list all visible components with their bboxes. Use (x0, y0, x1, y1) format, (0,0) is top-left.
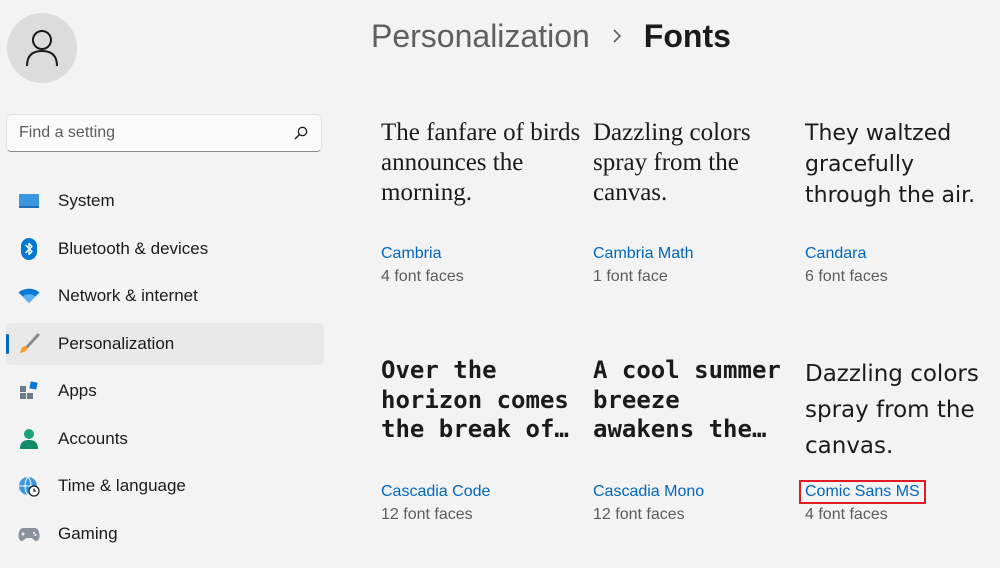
font-faces-count: 1 font face (593, 268, 668, 285)
sidebar-item-label: Gaming (58, 523, 118, 543)
sidebar-item-apps[interactable]: Apps (6, 370, 324, 412)
font-sample: Dazzling colors spray from the canvas. (805, 361, 979, 459)
font-card-candara[interactable]: They waltzed gracefully through the air.… (805, 118, 995, 288)
apps-icon (18, 380, 40, 402)
sidebar-item-label: Network & internet (58, 286, 198, 305)
font-name[interactable]: Candara (805, 245, 866, 263)
sidebar-item-label: Bluetooth & devices (58, 238, 209, 258)
gamepad-icon (18, 523, 40, 545)
brush-icon (18, 333, 40, 355)
search-icon[interactable] (293, 125, 309, 141)
font-sample: A cool summer breeze awakens the… (593, 356, 781, 443)
font-sample: Dazzling colors spray from the canvas. (593, 119, 751, 206)
search-box[interactable] (6, 114, 322, 152)
font-sample: Over the horizon comes the break of… (381, 356, 569, 443)
sidebar-item-system[interactable]: System (6, 180, 324, 222)
settings-window: System Bluetooth & devices (0, 0, 1000, 568)
nav-menu: System Bluetooth & devices Network & int… (6, 180, 324, 560)
globe-clock-icon (18, 475, 40, 497)
sidebar-item-personalization[interactable]: Personalization (6, 322, 324, 365)
font-faces-count: 4 font faces (805, 506, 888, 523)
accounts-icon (18, 428, 40, 450)
search-input[interactable] (19, 124, 293, 142)
font-card-cascadia-code[interactable]: Over the horizon comes the break of… Cas… (381, 356, 581, 528)
font-name[interactable]: Comic Sans MS (799, 480, 926, 504)
sidebar-item-bluetooth[interactable]: Bluetooth & devices (6, 228, 324, 270)
font-card-cascadia-mono[interactable]: A cool summer breeze awakens the… Cascad… (593, 356, 793, 528)
sidebar-item-label: Accounts (58, 428, 128, 448)
sidebar-item-label: Time & language (58, 476, 186, 495)
font-faces-count: 4 font faces (381, 268, 464, 285)
sidebar-item-label: Personalization (58, 333, 175, 353)
bluetooth-icon (18, 237, 40, 260)
font-name[interactable]: Cascadia Mono (593, 483, 704, 501)
font-faces-count: 12 font faces (381, 506, 473, 523)
sidebar-item-accounts[interactable]: Accounts (6, 418, 324, 460)
sidebar-item-gaming[interactable]: Gaming (6, 513, 324, 555)
font-card-cambria[interactable]: The fanfare of birds announces the morni… (381, 118, 581, 288)
chevron-right-icon (612, 28, 622, 44)
font-sample: They waltzed gracefully through the air. (805, 121, 976, 208)
sidebar-item-time-language[interactable]: Time & language (6, 465, 324, 507)
font-card-comic-sans-ms[interactable]: Dazzling colors spray from the canvas. C… (799, 356, 995, 528)
font-name[interactable]: Cambria Math (593, 245, 693, 263)
font-card-cambria-math[interactable]: Dazzling colors spray from the canvas. C… (593, 118, 793, 288)
page-title: Fonts (643, 17, 731, 54)
sidebar-item-network[interactable]: Network & internet (6, 275, 324, 317)
font-faces-count: 12 font faces (593, 506, 685, 523)
avatar[interactable] (7, 13, 77, 83)
font-faces-count: 6 font faces (805, 268, 888, 285)
font-name[interactable]: Cascadia Code (381, 483, 490, 501)
sidebar: System Bluetooth & devices (0, 0, 330, 568)
font-sample: The fanfare of birds announces the morni… (381, 119, 581, 206)
breadcrumb-parent[interactable]: Personalization (371, 18, 590, 55)
breadcrumb: Personalization Fonts (371, 14, 731, 58)
sidebar-item-label: System (58, 191, 115, 210)
sidebar-item-label: Apps (58, 381, 97, 400)
system-icon (18, 190, 40, 212)
user-icon (26, 30, 58, 67)
font-name[interactable]: Cambria (381, 245, 441, 263)
wifi-icon (18, 285, 40, 307)
